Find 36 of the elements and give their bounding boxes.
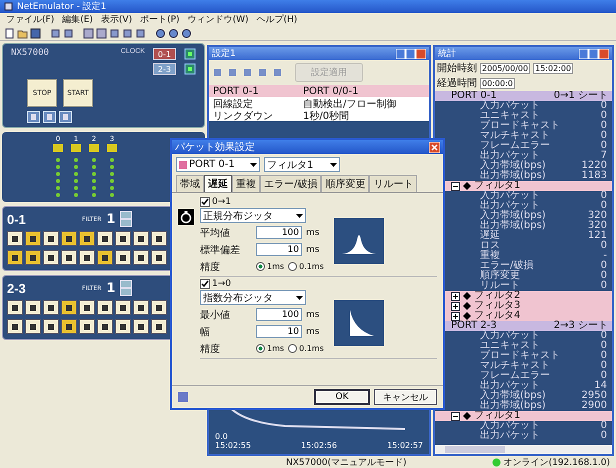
window-title: 設定1 (212, 48, 236, 60)
table-cell-text: 自動検出/フロー制御 (303, 98, 398, 110)
mode-status: NX57000(マニュアルモード) (286, 456, 408, 468)
unit-label: ms (306, 244, 320, 254)
dialog-title: パケット効果設定 (175, 140, 255, 154)
table-cell-text: 1秒/0秒間 (303, 110, 350, 123)
start-label: 開始時刻 (437, 62, 477, 75)
field-label: 平均値 (200, 226, 231, 240)
filter-number: 1 (106, 212, 116, 226)
elapsed-field: 00:00:0 (480, 78, 515, 88)
field-label: 標準偏差 (200, 244, 241, 256)
port-name: 0-1 (7, 212, 27, 226)
time-field: 15:02:00 (533, 62, 574, 74)
field-label: 精度 (200, 260, 221, 274)
elapsed-label: 経過時間 (437, 76, 477, 90)
axis-label: 15:02:56 (301, 441, 337, 450)
axis-label: 15:02:55 (215, 441, 251, 450)
table-cell-text: PORT 0-1 (213, 86, 260, 96)
window-title: NetEmulator - 設定1 (17, 0, 106, 13)
field-label: 最小値 (200, 308, 231, 322)
window-title: 統計 (438, 48, 456, 60)
table-cell-text: 回線設定 (213, 98, 254, 111)
axis-label: 0.0 (215, 432, 229, 441)
device-name: NX57000 (11, 48, 50, 58)
table-cell-text: PORT 0/0-1 (303, 86, 360, 96)
date-field: 2005/00/00 (480, 62, 530, 74)
unit-label: ms (306, 326, 320, 336)
unit-label: ms (306, 310, 320, 320)
field-label: 精度 (200, 342, 221, 356)
axis-label: 15:02:57 (387, 441, 423, 450)
table-cell-text: リンクダウン (213, 110, 274, 123)
filter-number: 1 (106, 280, 116, 296)
port-name: 2-3 (7, 280, 27, 296)
unit-label: ms (306, 228, 320, 238)
connection-status: オンライン(192.168.1.0) (504, 456, 610, 468)
field-label: 幅 (200, 326, 211, 338)
